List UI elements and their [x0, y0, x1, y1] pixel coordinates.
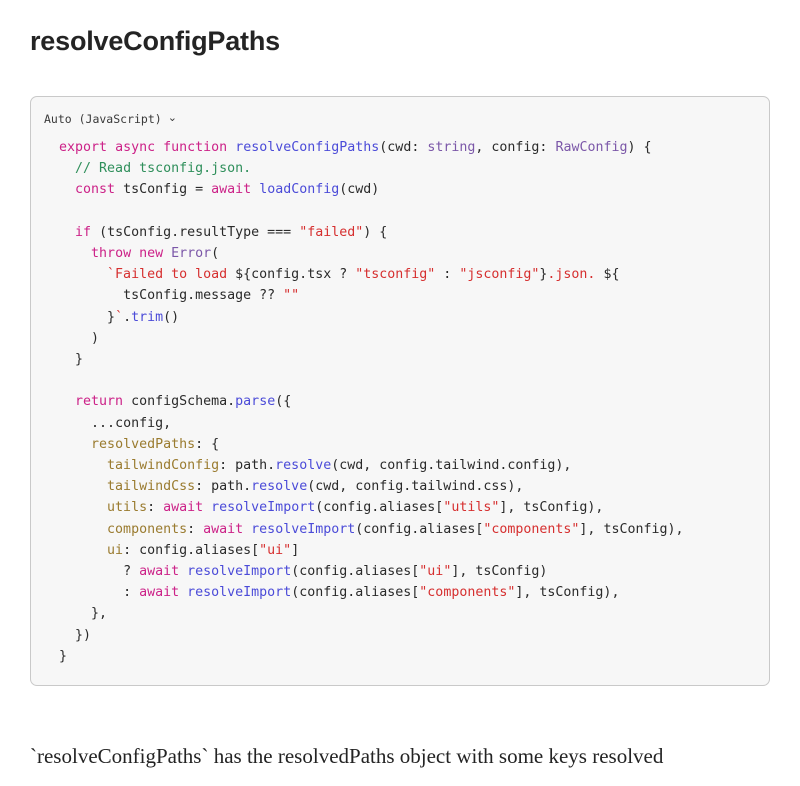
code-line: ...config,	[91, 415, 172, 431]
page-root: resolveConfigPaths Auto (JavaScript) ⌄ e…	[0, 0, 800, 786]
code-line: return configSchema.parse({	[75, 394, 292, 410]
code-line: if (tsConfig.resultType === "failed") {	[75, 224, 388, 240]
code-line: export async function resolveConfigPaths…	[59, 140, 652, 155]
code-block-card: Auto (JavaScript) ⌄ export async functio…	[30, 96, 770, 686]
code-line: ui: config.aliases["ui"]	[107, 542, 300, 558]
code-line: tsConfig.message ?? ""	[123, 288, 300, 304]
language-selector-label: Auto (JavaScript)	[44, 112, 162, 126]
code-line: })	[75, 627, 92, 643]
code-line: throw new Error(	[91, 246, 220, 262]
language-selector[interactable]: Auto (JavaScript) ⌄	[31, 97, 769, 129]
code-line: `Failed to load ${config.tsx ? "tsconfig…	[107, 267, 620, 283]
code-line: }`.trim()	[107, 309, 180, 325]
footer-caption: `resolveConfigPaths` has the resolvedPat…	[30, 744, 664, 768]
chevron-down-icon: ⌄	[167, 111, 177, 124]
code-line: }	[75, 352, 84, 368]
code-line: // Read tsconfig.json.	[75, 161, 252, 177]
code-line: const tsConfig = await loadConfig(cwd)	[75, 182, 380, 198]
code-line: : await resolveImport(config.aliases["co…	[123, 585, 620, 601]
code-line: )	[91, 330, 100, 346]
page-title: resolveConfigPaths	[30, 26, 280, 56]
code-line: tailwindConfig: path.resolve(cwd, config…	[107, 458, 572, 474]
code-line: components: await resolveImport(config.a…	[107, 521, 684, 537]
code-line: },	[91, 606, 108, 622]
code-line: ? await resolveImport(config.aliases["ui…	[123, 564, 548, 580]
code-content: export async function resolveConfigPaths…	[31, 129, 769, 677]
code-line: }	[59, 648, 68, 664]
code-line: utils: await resolveImport(config.aliase…	[107, 500, 604, 516]
code-line: resolvedPaths: {	[91, 436, 220, 452]
code-line: tailwindCss: path.resolve(cwd, config.ta…	[107, 479, 524, 495]
